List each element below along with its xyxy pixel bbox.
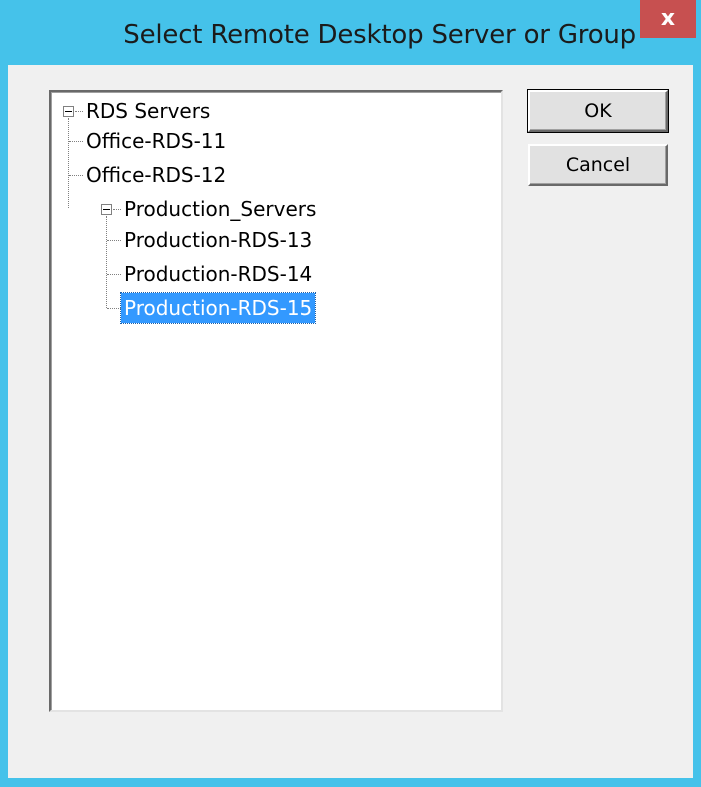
- dialog-window: Select Remote Desktop Server or Group x …: [0, 0, 701, 787]
- tree-connector: [106, 216, 107, 308]
- tree-node-production-rds-14[interactable]: Production-RDS-14: [121, 259, 315, 289]
- tree-node-production-rds-15[interactable]: Production-RDS-15: [119, 292, 317, 324]
- ok-button[interactable]: OK: [527, 89, 669, 133]
- dialog-client-area: RDS Servers Office-RDS-11 Office-RDS-12 …: [8, 65, 693, 778]
- tree-node-office-rds-11[interactable]: Office-RDS-11: [83, 126, 229, 156]
- window-title: Select Remote Desktop Server or Group: [123, 20, 636, 50]
- close-button[interactable]: x: [640, 0, 696, 38]
- tree-connector: [69, 175, 83, 176]
- tree-node-rds-servers[interactable]: RDS Servers: [83, 96, 213, 126]
- tree-connector: [107, 274, 121, 275]
- collapse-icon-production[interactable]: [101, 204, 112, 215]
- close-icon: x: [660, 6, 676, 31]
- cancel-button[interactable]: Cancel: [528, 144, 668, 186]
- server-tree-view[interactable]: RDS Servers Office-RDS-11 Office-RDS-12 …: [49, 90, 503, 712]
- tree-node-production-servers[interactable]: Production_Servers: [121, 194, 319, 224]
- collapse-icon-root[interactable]: [63, 106, 74, 117]
- tree-connector: [107, 240, 121, 241]
- tree-node-production-rds-13[interactable]: Production-RDS-13: [121, 225, 315, 255]
- tree-node-office-rds-12[interactable]: Office-RDS-12: [83, 160, 229, 190]
- tree-connector: [68, 118, 69, 208]
- tree-connector: [69, 141, 83, 142]
- title-bar[interactable]: Select Remote Desktop Server or Group x: [0, 0, 701, 65]
- tree-connector: [75, 111, 83, 112]
- tree-connector: [107, 308, 121, 309]
- tree-connector: [113, 209, 121, 210]
